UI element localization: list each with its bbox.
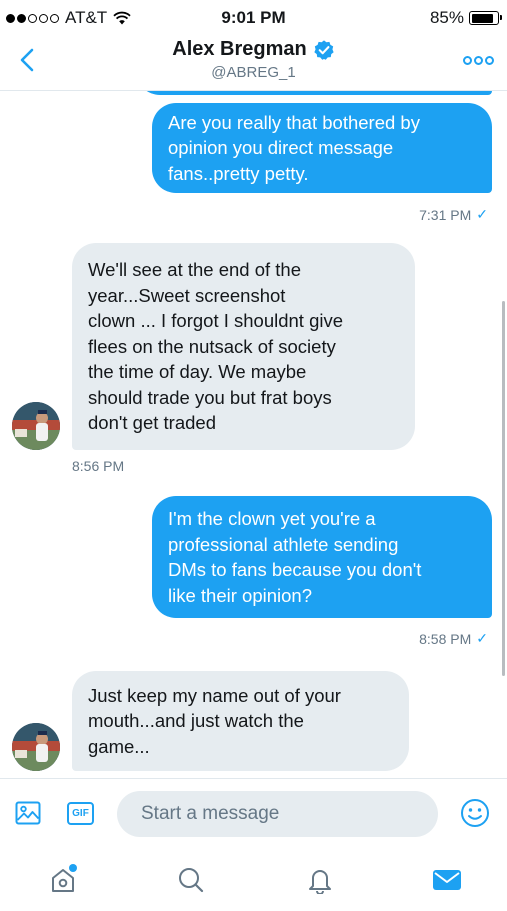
message-time: 7:31 PM <box>419 206 472 223</box>
message-text: I'm the clown yet you're a professional … <box>168 506 421 608</box>
battery-icon <box>469 11 502 25</box>
verified-badge-icon <box>314 39 334 60</box>
message-line: I'm the clown yet you're a <box>168 508 376 529</box>
message-line: flees on the nutsack of society <box>88 335 336 357</box>
message-line: clown ... I forgot I shouldnt give <box>88 310 344 332</box>
more-options-button[interactable] <box>461 52 495 68</box>
message-meta: 8:58 PM ✓ <box>419 630 488 647</box>
previous-message-bubble <box>136 91 492 95</box>
message-line: professional athlete sending <box>168 533 399 555</box>
message-meta: 8:56 PM <box>72 458 124 474</box>
message-input[interactable] <box>117 791 438 837</box>
more-dots-icon <box>473 55 483 65</box>
message-line: mouth...and just watch the <box>88 710 304 732</box>
message-text: Just keep my name out of your mouth...an… <box>88 683 341 760</box>
message-line: fans..pretty petty. <box>168 162 309 184</box>
message-thread[interactable]: Are you really that bothered by opinion … <box>0 91 507 778</box>
message-bubble-outgoing[interactable]: I'm the clown yet you're a professional … <box>152 496 492 618</box>
message-line: opinion you direct message <box>168 137 394 159</box>
message-time: 8:58 PM <box>419 630 472 647</box>
message-line: Just keep my name out of your <box>88 684 341 706</box>
battery-level <box>471 13 493 23</box>
battery-status: 85% <box>429 8 502 28</box>
message-line: DMs to fans because you don't <box>168 559 422 580</box>
message-text: We'll see at the end of the year...Sweet… <box>88 257 343 436</box>
read-check-icon: ✓ <box>476 630 488 646</box>
message-line: the time of day. We maybe <box>88 361 307 383</box>
more-dots-icon <box>484 55 494 65</box>
gif-label: GIF <box>72 808 89 819</box>
conversation-header: Alex Bregman @ABREG_1 <box>0 34 507 91</box>
gif-button[interactable]: GIF <box>67 802 94 825</box>
status-bar: AT&T 9:01 PM 85% <box>0 0 507 34</box>
tab-home[interactable] <box>43 860 83 900</box>
notification-dot <box>69 864 77 872</box>
message-bubble-incoming[interactable]: Just keep my name out of your mouth...an… <box>72 671 409 771</box>
message-line: game... <box>88 735 150 757</box>
contact-handle: @ABREG_1 <box>211 64 296 81</box>
tab-messages[interactable] <box>427 860 467 900</box>
envelope-icon <box>433 870 461 890</box>
message-line: should trade you but frat boys <box>88 386 332 408</box>
read-check-icon: ✓ <box>476 206 488 222</box>
avatar[interactable] <box>12 402 60 450</box>
avatar[interactable] <box>12 723 60 771</box>
more-dots-icon <box>462 55 472 65</box>
add-image-button[interactable] <box>15 801 41 830</box>
emoji-button[interactable] <box>460 798 490 833</box>
avatar-image <box>12 723 60 771</box>
message-time: 8:56 PM <box>72 458 125 474</box>
tab-notifications[interactable] <box>300 860 340 900</box>
message-line: don't get traded <box>88 412 216 434</box>
tab-bar <box>0 848 507 911</box>
image-icon <box>15 801 41 825</box>
message-line: like their opinion? <box>168 584 312 606</box>
message-text: Are you really that bothered by opinion … <box>168 110 420 187</box>
message-line: year...Sweet screenshot <box>88 284 286 306</box>
bell-icon <box>309 870 331 894</box>
message-composer: GIF <box>0 778 507 848</box>
battery-percent: 85% <box>429 8 464 27</box>
search-icon <box>179 868 204 893</box>
avatar-image <box>12 402 60 450</box>
tab-search[interactable] <box>171 860 211 900</box>
message-line: We'll see at the end of the <box>88 259 301 281</box>
message-line: Are you really that bothered by <box>168 111 420 133</box>
message-bubble-outgoing[interactable]: Are you really that bothered by opinion … <box>152 103 492 193</box>
contact-name: Alex Bregman <box>172 38 307 60</box>
conversation-title[interactable]: Alex Bregman @ABREG_1 <box>0 38 507 81</box>
emoji-icon <box>461 799 489 827</box>
message-meta: 7:31 PM ✓ <box>419 206 488 223</box>
message-bubble-incoming[interactable]: We'll see at the end of the year...Sweet… <box>72 243 415 450</box>
scrollbar[interactable] <box>502 301 505 676</box>
